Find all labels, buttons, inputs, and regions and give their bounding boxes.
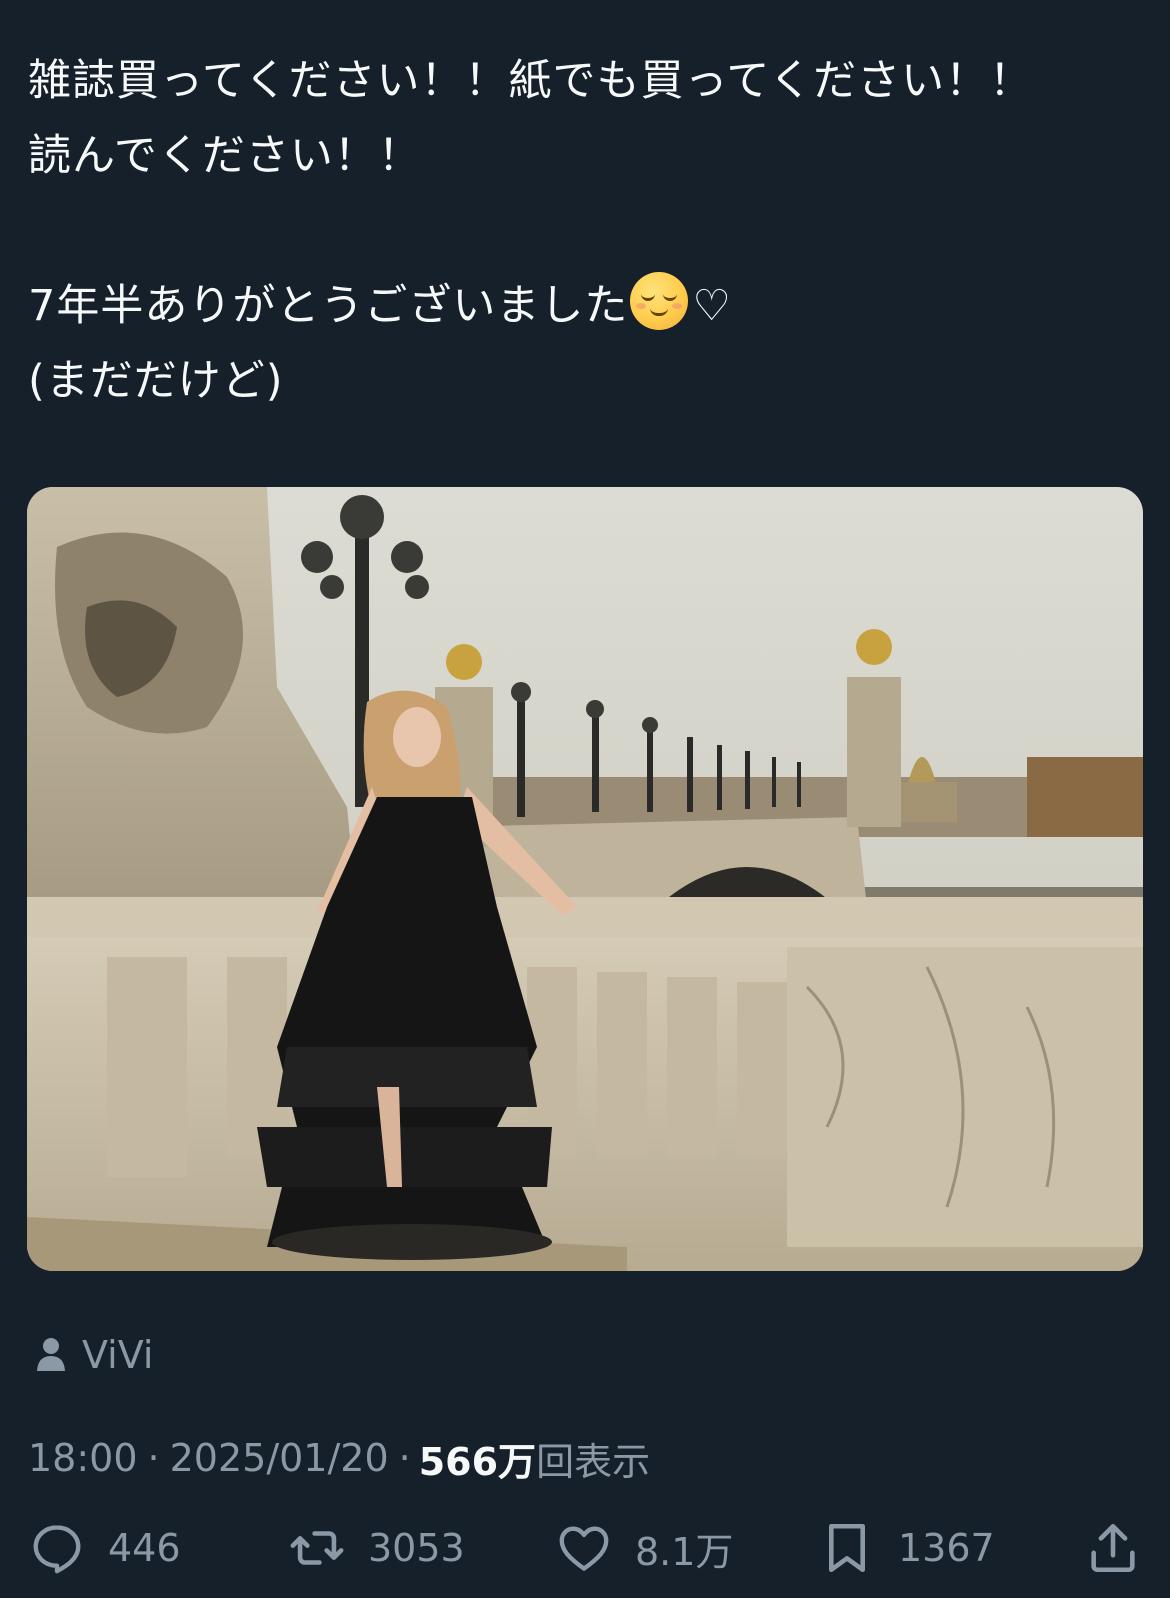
photo-image <box>27 487 1143 1271</box>
tweet-photo[interactable] <box>27 487 1143 1271</box>
reply-button[interactable]: 446 <box>28 1518 181 1578</box>
reply-icon <box>33 1525 81 1574</box>
share-icon <box>1091 1523 1135 1573</box>
tagged-user-name: ViVi <box>82 1333 154 1377</box>
share-button[interactable] <box>1084 1518 1142 1578</box>
heart-icon <box>559 1526 609 1571</box>
repost-icon <box>290 1531 344 1565</box>
views-label: 回表示 <box>536 1439 651 1484</box>
tweet-text: 雑誌買ってください！！紙でも買ってください！！ 読んでください！！ 7年半ありが… <box>28 44 1148 419</box>
tweet-time[interactable]: 18:00 <box>28 1436 138 1480</box>
bookmark-button[interactable]: 1367 <box>818 1518 995 1578</box>
tweet-text-line-4: (まだだけど) <box>28 356 284 406</box>
tweet-date[interactable]: 2025/01/20 <box>170 1436 389 1480</box>
tweet-text-line-3: 7年半ありがとうございました ♡ <box>28 269 1148 344</box>
tweet-text-blank <box>28 194 1148 269</box>
heart-symbol: ♡ <box>692 281 732 331</box>
like-button[interactable]: 8.1万 <box>555 1518 733 1578</box>
tweet-text-line-1: 雑誌買ってください！！紙でも買ってください！！ <box>28 56 1034 106</box>
tweet: 雑誌買ってください！！紙でも買ってください！！ 読んでください！！ 7年半ありが… <box>0 0 1170 1598</box>
tweet-text-line-3-text: 7年半ありがとうございました <box>28 281 629 331</box>
bookmark-count: 1367 <box>898 1526 995 1570</box>
repost-button[interactable]: 3053 <box>288 1518 465 1578</box>
relieved-face-icon <box>630 272 689 330</box>
tweet-meta: 18:00 · 2025/01/20 · 566万 回表示 <box>28 1430 650 1486</box>
like-count: 8.1万 <box>635 1529 734 1574</box>
meta-separator-2: · <box>398 1436 411 1480</box>
action-bar: 446 3053 8.1万 1367 <box>0 1500 1170 1598</box>
tagged-user[interactable]: ViVi <box>36 1330 153 1380</box>
person-icon <box>37 1338 65 1371</box>
tweet-text-line-2: 読んでください！！ <box>28 131 422 181</box>
repost-count: 3053 <box>368 1526 465 1570</box>
reply-count: 446 <box>108 1526 181 1570</box>
meta-separator: · <box>147 1436 160 1480</box>
bookmark-icon <box>828 1523 866 1573</box>
views-count[interactable]: 566万 <box>419 1431 536 1486</box>
